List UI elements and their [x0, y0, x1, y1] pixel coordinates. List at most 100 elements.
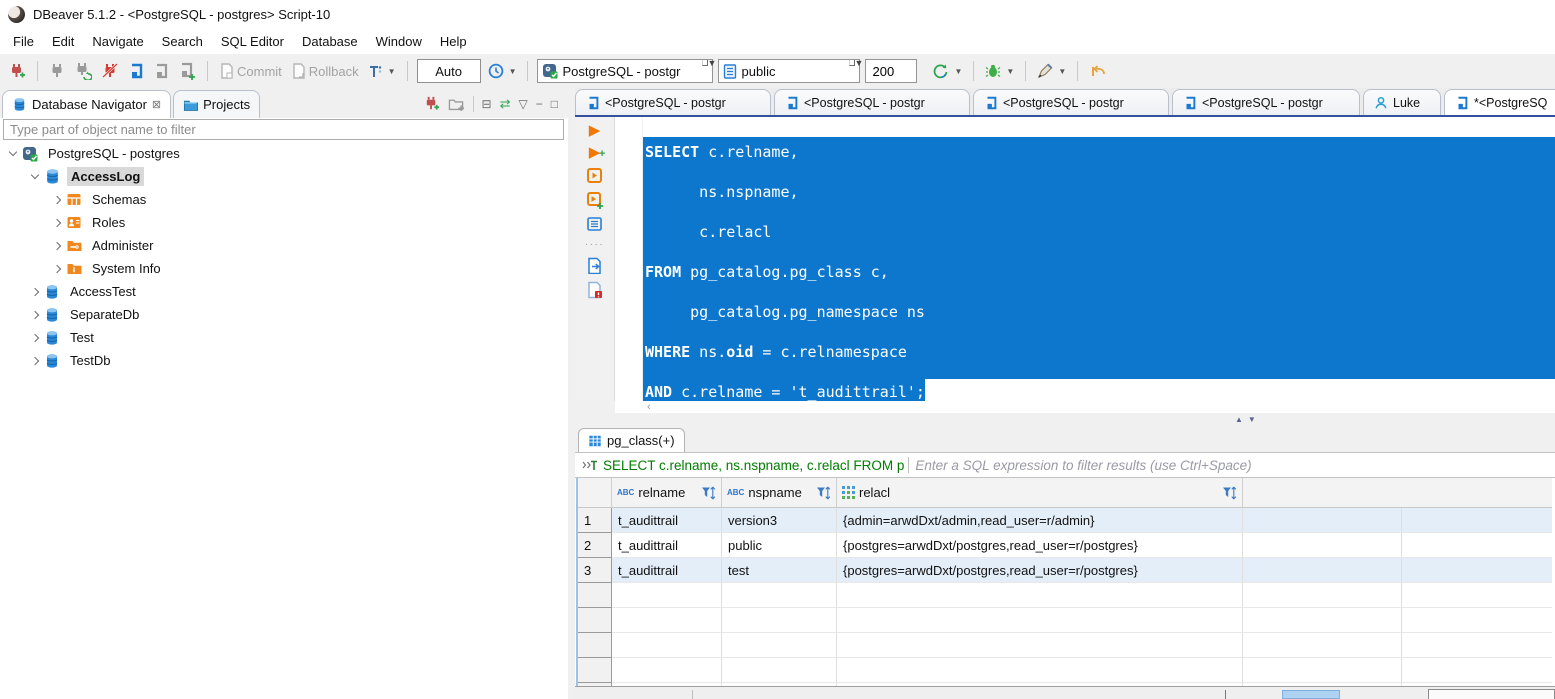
connection-combo[interactable]: PostgreSQL - postgr ▼ [537, 59, 713, 83]
cell-relacl[interactable]: {postgres=arwdDxt/postgres,read_user=r/p… [837, 533, 1243, 558]
custom-filter-icon[interactable] [581, 459, 598, 472]
column-header-relname[interactable]: ABC relname [612, 478, 722, 508]
close-icon[interactable]: ⊠ [152, 98, 161, 111]
editor-tab-2[interactable]: <PostgreSQL - postgr [774, 89, 970, 115]
empty-table-row[interactable] [578, 633, 1552, 658]
debug-button[interactable]: ▼ [983, 61, 1016, 81]
collapse-all-icon[interactable]: ⊟ [482, 98, 492, 110]
tab-database-navigator[interactable]: Database Navigator ⊠ [2, 90, 171, 118]
column-header-nspname[interactable]: ABC nspname [722, 478, 837, 508]
menu-search[interactable]: Search [153, 30, 212, 53]
chevron-collapsed-icon[interactable] [53, 218, 61, 226]
tab-projects[interactable]: Projects [173, 90, 260, 118]
table-row[interactable]: 2 t_audittrail public {postgres=arwdDxt/… [578, 533, 1552, 558]
row-number-cell[interactable] [578, 583, 612, 608]
tree-item-separatedb[interactable]: SeparateDb [0, 303, 568, 326]
scroll-left-icon[interactable]: ‹ [647, 402, 651, 412]
chevron-collapsed-icon[interactable] [31, 287, 39, 295]
empty-table-row[interactable] [578, 583, 1552, 608]
row-number-cell[interactable] [578, 608, 612, 633]
menu-edit[interactable]: Edit [43, 30, 83, 53]
new-connection-icon[interactable] [6, 60, 28, 82]
open-sql-editor-icon[interactable] [151, 61, 171, 81]
column-header-relacl[interactable]: relacl [837, 478, 1243, 508]
row-number-cell[interactable]: 1 [578, 508, 612, 533]
chevron-collapsed-icon[interactable] [53, 264, 61, 272]
editor-horizontal-scrollbar[interactable]: ‹ [615, 401, 1555, 413]
chevron-collapsed-icon[interactable] [53, 195, 61, 203]
cell-nspname[interactable]: version3 [722, 508, 837, 533]
tree-item-roles[interactable]: Roles [0, 211, 568, 234]
chevron-collapsed-icon[interactable] [31, 333, 39, 341]
new-sql-editor-icon[interactable] [176, 60, 198, 82]
tree-item-accesslog[interactable]: AccessLog [0, 165, 568, 188]
results-splitter-band[interactable]: ▲▼ [575, 413, 1555, 427]
toolbar-overflow-dots[interactable]: ···· [585, 239, 604, 250]
menu-database[interactable]: Database [293, 30, 367, 53]
reconnect-icon[interactable] [72, 60, 94, 82]
transaction-mode-button[interactable]: ▼ [366, 62, 398, 81]
tree-item-system-info[interactable]: System Info [0, 257, 568, 280]
editor-tab-3[interactable]: <PostgreSQL - postgr [973, 89, 1169, 115]
explain-plan-icon[interactable] [586, 216, 603, 232]
rollback-button[interactable]: Rollback [289, 61, 361, 81]
fetch-size-input[interactable] [865, 59, 917, 83]
link-with-editor-icon[interactable]: ⇄ [500, 97, 511, 110]
row-number-cell[interactable]: 2 [578, 533, 612, 558]
results-filter-input[interactable] [915, 458, 1555, 473]
tree-item-postgresql-postgres[interactable]: PostgreSQL - postgres [0, 142, 568, 165]
menu-sql-editor[interactable]: SQL Editor [212, 30, 293, 53]
tree-item-schemas[interactable]: Schemas [0, 188, 568, 211]
chevron-collapsed-icon[interactable] [53, 241, 61, 249]
empty-table-row[interactable] [578, 658, 1552, 683]
editor-tab-1[interactable]: <PostgreSQL - postgr [575, 89, 771, 115]
table-row[interactable]: 3 t_audittrail test {postgres=arwdDxt/po… [578, 558, 1552, 583]
cell-relacl[interactable]: {admin=arwdDxt/admin,read_user=r/admin} [837, 508, 1243, 533]
table-row[interactable]: 1 t_audittrail version3 {admin=arwdDxt/a… [578, 508, 1552, 533]
status-widget[interactable] [1428, 689, 1555, 699]
cell-relname[interactable]: t_audittrail [612, 558, 722, 583]
empty-table-row[interactable] [578, 608, 1552, 633]
maximize-icon[interactable]: □ [551, 98, 558, 110]
auto-commit-button[interactable]: Auto [417, 59, 481, 83]
schema-combo[interactable]: public ▼ [718, 59, 860, 83]
export-result-icon[interactable] [586, 257, 603, 274]
sql-editor-icon[interactable] [126, 61, 146, 81]
compare-pen-button[interactable]: ▼ [1035, 61, 1068, 81]
results-tab-pg-class[interactable]: pg_class(+) [578, 428, 685, 452]
editor-tab-active[interactable]: *<PostgreSQ [1444, 89, 1555, 115]
execute-script-new-tab-icon[interactable] [586, 191, 604, 209]
menu-navigate[interactable]: Navigate [83, 30, 152, 53]
tree-item-administer[interactable]: Administer [0, 234, 568, 257]
row-number-cell[interactable] [578, 658, 612, 683]
validate-script-icon[interactable] [586, 281, 603, 299]
chevron-collapsed-icon[interactable] [31, 310, 39, 318]
commit-button[interactable]: Commit [217, 61, 284, 81]
filter-sort-icon[interactable] [1222, 486, 1237, 500]
filter-sort-icon[interactable] [701, 486, 716, 500]
cell-nspname[interactable]: public [722, 533, 837, 558]
chevron-expanded-icon[interactable] [31, 171, 39, 179]
editor-tab-4[interactable]: <PostgreSQL - postgr [1172, 89, 1360, 115]
view-menu-icon[interactable]: ▽ [519, 98, 528, 110]
sql-editor-text-area[interactable]: SELECT c.relname, ns.nspname, c.relacl F… [643, 117, 1555, 401]
new-project-folder-icon[interactable] [448, 96, 465, 112]
cell-nspname[interactable]: test [722, 558, 837, 583]
chevron-collapsed-icon[interactable] [31, 356, 39, 364]
minimize-icon[interactable]: − [536, 98, 543, 110]
cell-relname[interactable]: t_audittrail [612, 533, 722, 558]
execute-statement-icon[interactable]: ▶ [589, 123, 601, 138]
menu-file[interactable]: File [4, 30, 43, 53]
splitter-collapse-icons[interactable]: ▲▼ [1235, 415, 1261, 424]
execute-script-icon[interactable] [586, 167, 603, 184]
menu-window[interactable]: Window [367, 30, 431, 53]
row-number-cell[interactable] [578, 633, 612, 658]
connect-icon[interactable] [47, 61, 67, 81]
new-connection-icon[interactable] [423, 95, 440, 112]
chevron-expanded-icon[interactable] [9, 148, 17, 156]
grid-corner-cell[interactable] [578, 478, 612, 508]
disconnect-icon[interactable] [99, 60, 121, 82]
menu-help[interactable]: Help [431, 30, 476, 53]
filter-sort-icon[interactable] [816, 486, 831, 500]
tree-item-test[interactable]: Test [0, 326, 568, 349]
